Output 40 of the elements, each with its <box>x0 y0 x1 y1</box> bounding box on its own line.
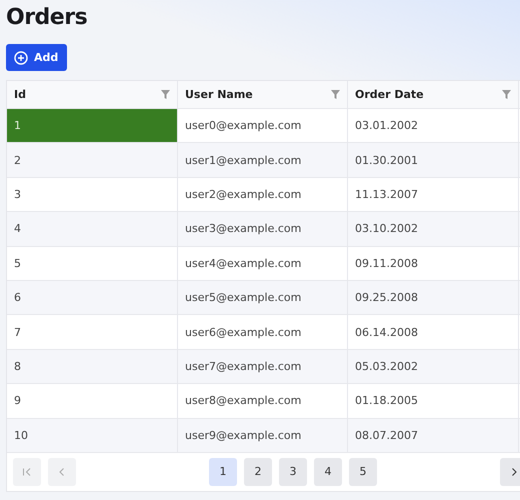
table-cell: user4@example.com <box>178 246 348 280</box>
page-button[interactable]: 5 <box>349 458 377 486</box>
table-cell: user1@example.com <box>178 143 348 177</box>
table-cell: user2@example.com <box>178 178 348 212</box>
page-button[interactable]: 1 <box>209 458 237 486</box>
page-title: Orders <box>6 4 88 32</box>
table-cell: user0@example.com <box>178 109 348 142</box>
table-cell: 6 <box>7 280 178 314</box>
page-button[interactable]: 3 <box>279 458 307 486</box>
table-cell: 8 <box>7 350 178 384</box>
table-cell: 01.18.2005 <box>348 384 519 418</box>
column-header[interactable]: Id <box>14 88 26 101</box>
table-cell: 4 <box>7 212 178 246</box>
table-cell: 01.30.2001 <box>348 143 519 177</box>
table-cell: 3 <box>7 178 178 212</box>
column-header[interactable]: User Name <box>185 88 253 101</box>
table-cell: user7@example.com <box>178 350 348 384</box>
table-cell: 5 <box>7 246 178 280</box>
table-cell: 05.03.2002 <box>348 350 519 384</box>
table-cell: user5@example.com <box>178 280 348 314</box>
table-cell: 2 <box>7 143 178 177</box>
table-cell: user6@example.com <box>178 315 348 349</box>
table-cell: 1 <box>7 109 178 142</box>
table-cell: 03.01.2002 <box>348 109 519 142</box>
table-cell: 9 <box>7 384 178 418</box>
table-cell: 11.13.2007 <box>348 178 519 212</box>
table-cell: 06.14.2008 <box>348 315 519 349</box>
table-cell: 10 <box>7 418 178 452</box>
page-button[interactable]: 2 <box>244 458 272 486</box>
table-cell: 7 <box>7 315 178 349</box>
table-cell: 09.11.2008 <box>348 246 519 280</box>
table-cell: 08.07.2007 <box>348 418 519 452</box>
add-button[interactable]: Add <box>6 44 67 71</box>
table-cell: 03.10.2002 <box>348 212 519 246</box>
table-cell: 09.25.2008 <box>348 280 519 314</box>
table-cell: user3@example.com <box>178 212 348 246</box>
column-header[interactable]: Order Date <box>355 88 424 101</box>
table-cell: user8@example.com <box>178 384 348 418</box>
page-button[interactable]: 4 <box>314 458 342 486</box>
table-cell: user9@example.com <box>178 418 348 452</box>
